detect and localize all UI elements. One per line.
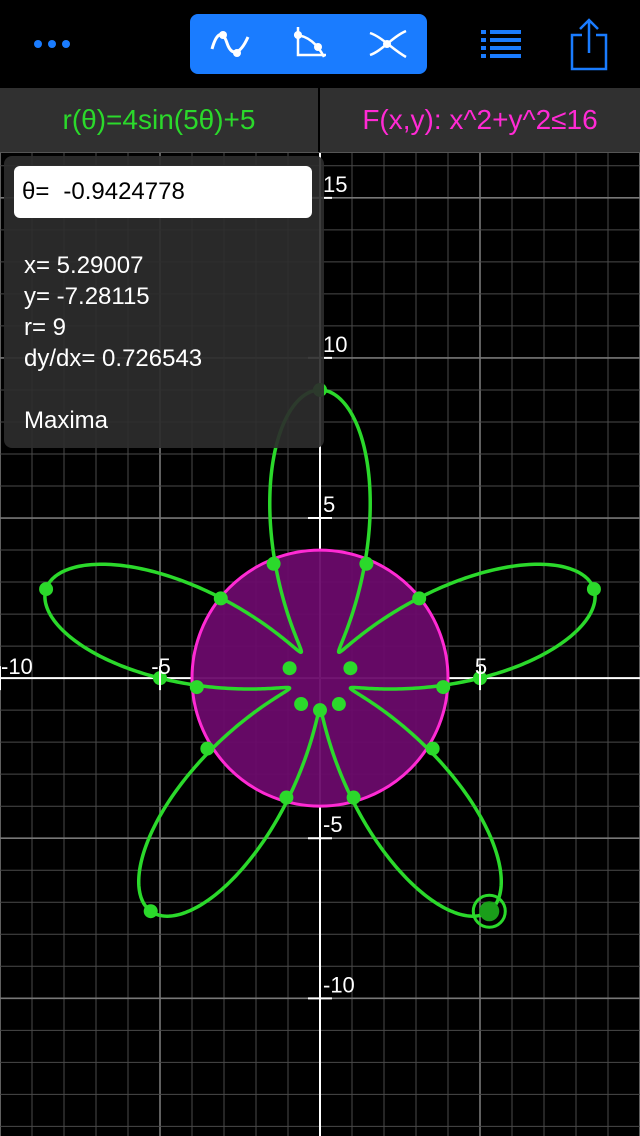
more-icon	[34, 40, 70, 48]
disk-region	[190, 548, 450, 808]
theta-value: -0.9424778	[63, 178, 185, 205]
function-tab-polar[interactable]: r(θ)=4sin(5θ)+5	[0, 88, 320, 152]
curve-point	[213, 591, 228, 606]
curve-point	[39, 582, 54, 597]
intersection-icon	[369, 29, 407, 59]
intersection-tool-button[interactable]	[348, 14, 427, 74]
curve-point	[586, 582, 601, 597]
function-label: r(θ)=4sin(5θ)+5	[62, 104, 256, 135]
curve-point	[425, 741, 440, 756]
function-list-button[interactable]	[476, 22, 526, 66]
tangent-icon	[293, 27, 326, 58]
curve-icon	[210, 31, 249, 57]
curve-point	[279, 790, 294, 805]
function-tab-region[interactable]: F(x,y): x^2+y^2≤16	[320, 88, 640, 152]
curve-point	[200, 741, 215, 756]
share-icon	[570, 18, 608, 71]
x-tick-label: 5	[475, 654, 487, 679]
x-readout: x= 5.29007	[24, 252, 144, 279]
curve-point	[143, 904, 158, 919]
function-label: F(x,y): x^2+y^2≤16	[362, 104, 598, 135]
dydx-readout: dy/dx= 0.726543	[24, 345, 203, 372]
function-bar: r(θ)=4sin(5θ)+5 F(x,y): x^2+y^2≤16	[0, 88, 640, 153]
curve-point	[412, 591, 427, 606]
curve-point	[294, 697, 309, 712]
more-button[interactable]	[24, 24, 80, 64]
toolbar	[0, 0, 640, 89]
trace-info-panel: θ= -0.9424778 x= 5.29007 y= -7.28115 r= …	[4, 156, 324, 448]
curve-point	[331, 697, 346, 712]
tool-segmented-control	[190, 14, 427, 74]
curve-point	[436, 680, 451, 695]
curve-point	[343, 661, 358, 676]
curve-point	[313, 703, 327, 718]
y-tick-label: 10	[323, 332, 347, 357]
curve-tool-button[interactable]	[190, 14, 269, 74]
curve-point	[266, 556, 281, 571]
y-tick-label: 15	[323, 172, 347, 197]
curve-point	[189, 680, 204, 695]
point-type-label: Maxima	[24, 407, 109, 434]
list-icon	[481, 30, 521, 58]
y-tick-label: 5	[323, 492, 335, 517]
curve-point	[346, 790, 361, 805]
y-tick-label: -10	[323, 972, 355, 997]
y-readout: y= -7.28115	[24, 283, 150, 310]
theta-input[interactable]: θ= -0.9424778	[14, 166, 312, 218]
tangent-tool-button[interactable]	[269, 14, 348, 74]
theta-label: θ=	[22, 178, 50, 205]
curve-point	[282, 661, 297, 676]
x-tick-label: -5	[151, 654, 171, 679]
region-layer	[190, 548, 450, 808]
share-button[interactable]	[562, 14, 616, 74]
y-tick-label: -5	[323, 812, 343, 837]
curve-point	[359, 556, 374, 571]
r-readout: r= 9	[24, 314, 67, 341]
x-tick-label: -10	[1, 654, 33, 679]
selected-point	[479, 901, 500, 922]
